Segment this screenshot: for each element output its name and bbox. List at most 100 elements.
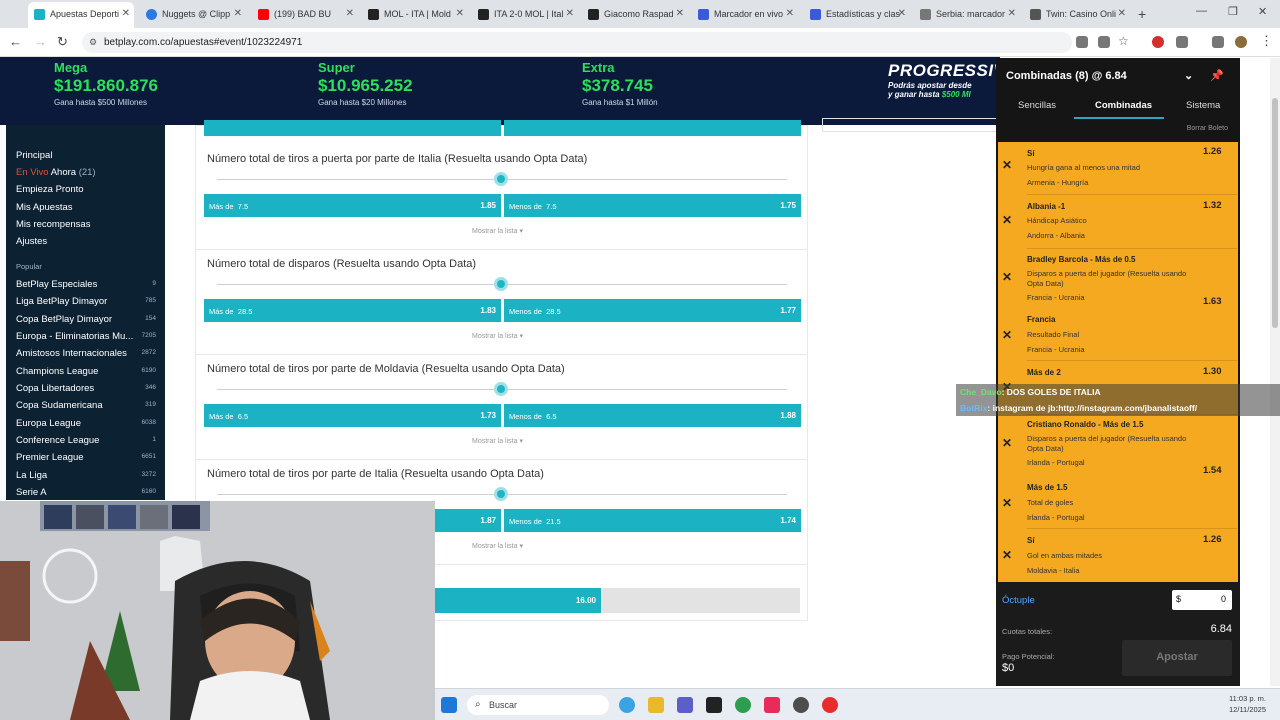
browser-tab[interactable]: ITA 2-0 MOL | Ital ✕: [472, 2, 578, 28]
category-item[interactable]: Copa BetPlay Dimayor 154: [16, 314, 156, 325]
category-item[interactable]: Copa Sudamericana 319: [16, 400, 156, 411]
remove-selection-icon[interactable]: ✕: [1002, 548, 1012, 562]
category-item[interactable]: Premier League 6651: [16, 452, 156, 463]
close-tab-icon[interactable]: ✕: [786, 8, 794, 19]
nav-empieza-pronto[interactable]: Empieza Pronto: [16, 184, 84, 195]
remove-selection-icon[interactable]: ✕: [1002, 158, 1012, 172]
betslip-header[interactable]: Combinadas (8) @ 6.84 ⌄ 📌: [996, 58, 1240, 94]
close-tab-icon[interactable]: ✕: [122, 8, 130, 19]
url-input[interactable]: ⚙ betplay.com.co/apuestas#event/10232249…: [82, 32, 1072, 53]
jackpot-banner[interactable]: Mega $191.860.876 Gana hasta $500 Millon…: [0, 57, 1017, 125]
new-tab-icon[interactable]: +: [1138, 6, 1146, 22]
close-tab-icon[interactable]: ✕: [1118, 8, 1126, 19]
close-tab-icon[interactable]: ✕: [898, 8, 906, 19]
remove-selection-icon[interactable]: ✕: [1002, 213, 1012, 227]
close-tab-icon[interactable]: ✕: [676, 8, 684, 19]
page-scrollbar[interactable]: [1270, 58, 1280, 686]
system-clock[interactable]: 11:03 p. m. 12/11/2025: [1229, 693, 1266, 715]
close-tab-icon[interactable]: ✕: [1008, 8, 1016, 19]
nav-mis-apuestas[interactable]: Mis Apuestas: [16, 202, 73, 213]
category-item[interactable]: Amistosos Internacionales 2872: [16, 348, 156, 359]
place-bet-button[interactable]: Apostar: [1122, 640, 1232, 676]
category-item[interactable]: Conference League 1: [16, 435, 156, 446]
remove-selection-icon[interactable]: ✕: [1002, 436, 1012, 450]
opera-extension-icon[interactable]: [1152, 36, 1164, 48]
remove-selection-icon[interactable]: ✕: [1002, 270, 1012, 284]
browser-tab[interactable]: Marcador en vivo ✕: [692, 2, 798, 28]
clear-betslip-button[interactable]: Borrar Boleto: [1187, 125, 1228, 132]
nav-live[interactable]: En Vivo Ahora (21): [16, 167, 96, 178]
maximize-icon[interactable]: ❐: [1228, 5, 1238, 18]
key-icon[interactable]: [1076, 36, 1088, 48]
forward-icon[interactable]: →: [34, 34, 47, 49]
show-list-link[interactable]: Mostrar la lista ▾: [472, 437, 523, 445]
over-odds-button[interactable]: Más de 7.5 1.85: [204, 194, 501, 217]
line-slider-handle[interactable]: [494, 172, 508, 186]
category-item[interactable]: Liga BetPlay Dimayor 785: [16, 296, 156, 307]
nav-mis-recompensas[interactable]: Mis recompensas: [16, 219, 90, 230]
under-odds-button[interactable]: Menos de 21.5 1.74: [504, 509, 801, 532]
tab-sencillas[interactable]: Sencillas: [1018, 100, 1056, 111]
profile-avatar-icon[interactable]: [1235, 36, 1247, 48]
chrome-icon[interactable]: [735, 697, 751, 713]
over-odds-button[interactable]: Más de 6.5 1.73: [204, 404, 501, 427]
under-odds-button[interactable]: Menos de 7.5 1.75: [504, 194, 801, 217]
bookmark-star-icon[interactable]: ☆: [1118, 34, 1129, 48]
browser-tab[interactable]: Nuggets @ Clipp ✕: [140, 2, 246, 28]
browser-tab[interactable]: Estadísticas y clas ✕: [804, 2, 910, 28]
category-item[interactable]: Copa Libertadores 346: [16, 383, 156, 394]
close-tab-icon[interactable]: ✕: [234, 8, 242, 19]
install-icon[interactable]: [1098, 36, 1110, 48]
line-slider-handle[interactable]: [494, 277, 508, 291]
odds-button-disabled[interactable]: [602, 588, 800, 613]
close-tab-icon[interactable]: ✕: [456, 8, 464, 19]
windows-start-icon[interactable]: [441, 697, 457, 713]
show-list-link[interactable]: Mostrar la lista ▾: [472, 227, 523, 235]
browser-tab[interactable]: MOL - ITA | Mold ✕: [362, 2, 468, 28]
close-window-icon[interactable]: ✕: [1258, 5, 1267, 18]
over-odds-button[interactable]: Más de 28.5 1.83: [204, 299, 501, 322]
tiktok-icon[interactable]: [764, 697, 780, 713]
tab-combinadas[interactable]: Combinadas: [1095, 100, 1152, 111]
scrollbar-thumb[interactable]: [1272, 98, 1278, 328]
remove-selection-icon[interactable]: ✕: [1002, 496, 1012, 510]
browser-tab[interactable]: Giacomo Raspad ✕: [582, 2, 688, 28]
show-list-link[interactable]: Mostrar la lista ▾: [472, 332, 523, 340]
stake-input[interactable]: $ 0: [1172, 590, 1232, 610]
teams-icon[interactable]: [677, 697, 693, 713]
menu-icon[interactable]: ⋮: [1260, 33, 1273, 49]
under-odds-button[interactable]: Menos de 6.5 1.88: [504, 404, 801, 427]
line-slider-handle[interactable]: [494, 382, 508, 396]
nav-principal[interactable]: Principal: [16, 150, 52, 161]
show-list-link[interactable]: Mostrar la lista ▾: [472, 542, 523, 550]
category-item[interactable]: BetPlay Especiales 9: [16, 279, 156, 290]
close-tab-icon[interactable]: ✕: [346, 8, 354, 19]
reload-icon[interactable]: ↻: [57, 34, 68, 50]
reading-list-icon[interactable]: [1212, 36, 1224, 48]
odds-button[interactable]: 16.00: [435, 588, 601, 613]
collapse-chevron-icon[interactable]: ⌄: [1184, 69, 1193, 82]
taskbar-search[interactable]: ⌕ Buscar: [467, 695, 609, 715]
close-tab-icon[interactable]: ✕: [566, 8, 574, 19]
minimize-icon[interactable]: —: [1196, 5, 1207, 17]
browser-tab[interactable]: Serbia: marcador ✕: [914, 2, 1020, 28]
under-odds-button[interactable]: Menos de 28.5 1.77: [504, 299, 801, 322]
category-item[interactable]: La Liga 3272: [16, 470, 156, 481]
capcut-icon[interactable]: [706, 697, 722, 713]
copilot-icon[interactable]: [619, 697, 635, 713]
category-item[interactable]: Europa - Eliminatorias Mu... 7205: [16, 331, 156, 342]
odds-button-partial[interactable]: [204, 120, 501, 136]
category-item[interactable]: Serie A 6160: [16, 487, 156, 498]
obs-icon[interactable]: [793, 697, 809, 713]
odds-button-partial[interactable]: [504, 120, 801, 136]
remove-selection-icon[interactable]: ✕: [1002, 328, 1012, 342]
site-info-icon[interactable]: ⚙: [89, 37, 97, 48]
extensions-icon[interactable]: [1176, 36, 1188, 48]
opera-icon[interactable]: [822, 697, 838, 713]
tab-sistema[interactable]: Sistema: [1186, 100, 1220, 111]
back-icon[interactable]: ←: [9, 34, 22, 49]
pin-icon[interactable]: 📌: [1210, 69, 1224, 82]
browser-tab[interactable]: Apuestas Deporti ✕: [28, 2, 134, 28]
line-slider-handle[interactable]: [494, 487, 508, 501]
nav-ajustes[interactable]: Ajustes: [16, 236, 47, 247]
